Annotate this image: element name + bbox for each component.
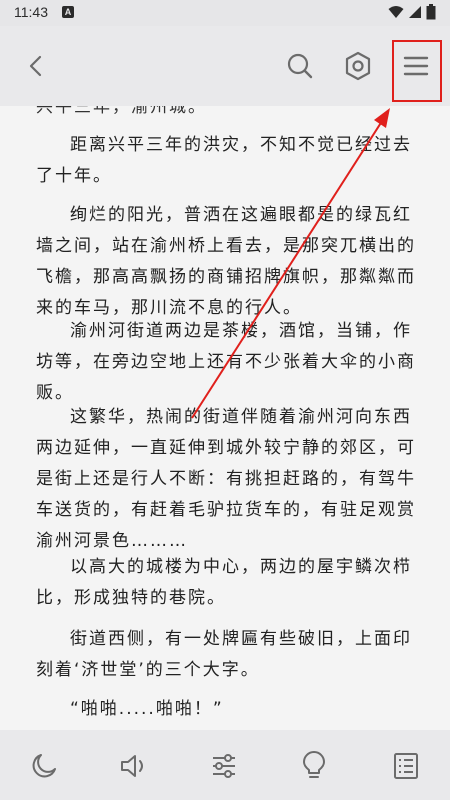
search-icon bbox=[287, 53, 313, 79]
battery-icon bbox=[426, 4, 436, 20]
cut-off-line: 兴平三年，渝州城。 bbox=[36, 106, 207, 117]
paragraph-3: 渝州河街道两边是茶楼，酒馆，当铺，作坊等，在旁边空地上还有不少张着大伞的小商贩。 bbox=[36, 321, 416, 403]
paragraph-2: 绚烂的阳光，普洒在这遍眼都是的绿瓦红墙之间，站在渝州桥上看去，是那突兀横出的飞檐… bbox=[36, 205, 416, 318]
status-bar: 11:43 A bbox=[0, 0, 450, 26]
paragraph-5: 以高大的城楼为中心，两边的屋宇鳞次栉比，形成独特的巷院。 bbox=[36, 557, 412, 608]
sliders-icon bbox=[213, 754, 235, 778]
search-button[interactable] bbox=[278, 44, 322, 88]
back-button[interactable] bbox=[14, 44, 58, 88]
paragraph-4: 这繁华，热闹的街道伴随着渝州河向东西两边延伸，一直延伸到城外较宁静的郊区，可是街… bbox=[36, 407, 416, 551]
moon-icon bbox=[32, 754, 56, 778]
hexagon-settings-icon bbox=[345, 51, 371, 81]
night-mode-button[interactable] bbox=[24, 746, 64, 786]
reader-screen: 11:43 A 兴平三年，渝州城。 距离兴平三年的洪灾，不知不觉已经过去了十年。… bbox=[0, 0, 450, 800]
reader-bottom-bar bbox=[0, 730, 450, 800]
paragraph-7: “啪啪.....啪啪！” bbox=[70, 699, 224, 719]
status-time: 11:43 bbox=[14, 4, 48, 20]
menu-highlight-annotation bbox=[392, 40, 442, 102]
reader-toolbar bbox=[0, 26, 450, 106]
speaker-icon bbox=[121, 755, 143, 777]
paragraph-1: 距离兴平三年的洪灾，不知不觉已经过去了十年。 bbox=[36, 135, 412, 186]
reading-content: 兴平三年，渝州城。 距离兴平三年的洪灾，不知不觉已经过去了十年。 绚烂的阳光，普… bbox=[0, 106, 450, 730]
catalog-button[interactable] bbox=[386, 746, 426, 786]
paragraph-6: 街道西侧，有一处牌匾有些破旧，上面印刻着‘济世堂’的三个大字。 bbox=[36, 629, 412, 680]
chevron-left-icon bbox=[29, 55, 42, 77]
read-aloud-button[interactable] bbox=[114, 746, 154, 786]
display-settings-button[interactable] bbox=[204, 746, 244, 786]
settings-button[interactable] bbox=[336, 44, 380, 88]
signal-icon bbox=[409, 6, 421, 18]
lightbulb-icon bbox=[303, 751, 325, 778]
notification-a-icon: A bbox=[62, 6, 74, 18]
wifi-icon bbox=[388, 6, 404, 18]
brightness-button[interactable] bbox=[294, 746, 334, 786]
catalog-list-icon bbox=[394, 753, 418, 779]
